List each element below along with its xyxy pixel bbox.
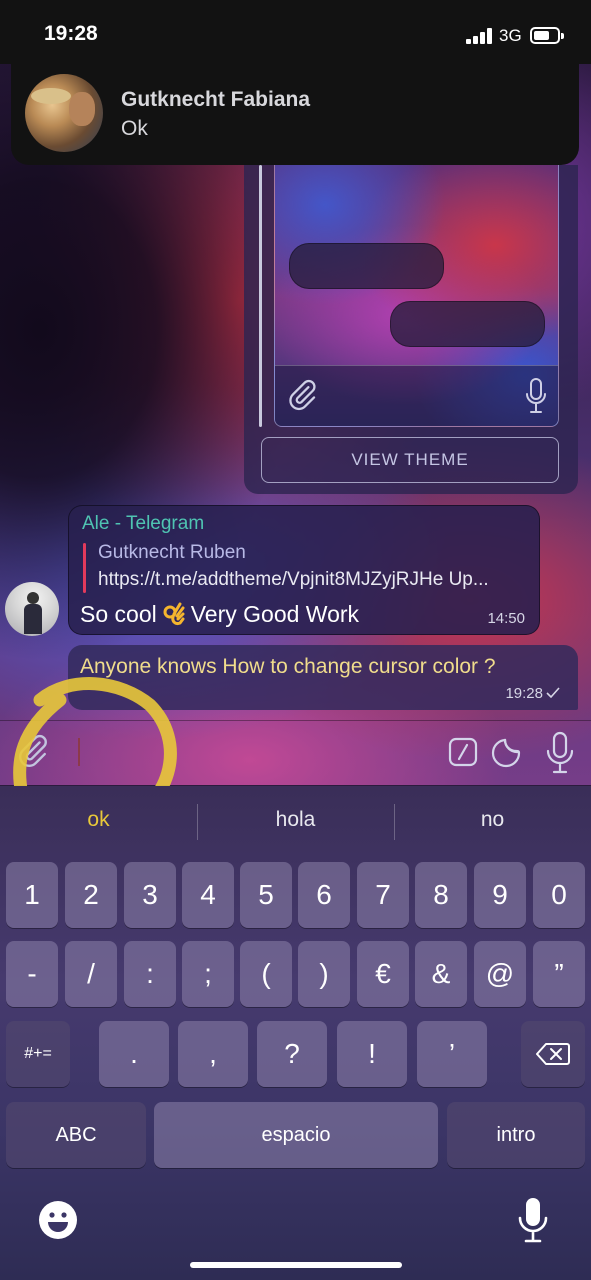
return-key[interactable]: intro bbox=[447, 1102, 585, 1168]
theme-message-bubble[interactable]: VIEW THEME bbox=[244, 165, 578, 494]
key-ampersand[interactable]: & bbox=[415, 941, 467, 1007]
reply-preview-text[interactable]: https://t.me/addtheme/Vpjnit8MJZyjRJHe U… bbox=[98, 569, 530, 591]
paperclip-icon bbox=[289, 379, 316, 411]
key-quote[interactable]: ” bbox=[533, 941, 585, 1007]
abc-key[interactable]: ABC bbox=[6, 1102, 146, 1168]
key-3[interactable]: 3 bbox=[124, 862, 176, 928]
key-question[interactable]: ? bbox=[257, 1021, 327, 1087]
paperclip-icon[interactable] bbox=[14, 733, 50, 773]
message-text-part: Very Good Work bbox=[190, 601, 360, 627]
microphone-icon bbox=[526, 378, 546, 413]
ok-hand-emoji bbox=[161, 600, 187, 626]
message-text: Anyone knows How to change cursor color … bbox=[80, 655, 496, 678]
key-euro[interactable]: € bbox=[357, 941, 409, 1007]
network-type: 3G bbox=[499, 26, 522, 45]
message-time: 14:50 bbox=[487, 610, 525, 627]
suggestion-1[interactable]: ok bbox=[0, 808, 197, 832]
forwarded-from-label[interactable]: Ale - Telegram bbox=[82, 513, 204, 535]
notification-message: Ok bbox=[121, 117, 148, 140]
avatar bbox=[25, 74, 103, 152]
key-hyphen[interactable]: - bbox=[6, 941, 58, 1007]
suggestion-bar: ok hola no bbox=[0, 786, 591, 858]
key-comma[interactable]: , bbox=[178, 1021, 248, 1087]
home-indicator[interactable] bbox=[190, 1262, 402, 1268]
preview-input-bar bbox=[275, 365, 558, 426]
key-at[interactable]: @ bbox=[474, 941, 526, 1007]
sender-avatar[interactable] bbox=[5, 582, 59, 636]
key-slash[interactable]: / bbox=[65, 941, 117, 1007]
key-open-paren[interactable]: ( bbox=[240, 941, 292, 1007]
microphone-icon[interactable] bbox=[546, 731, 574, 775]
notification-banner[interactable]: Gutknecht Fabiana Ok bbox=[11, 62, 579, 165]
text-cursor bbox=[78, 738, 80, 766]
key-4[interactable]: 4 bbox=[182, 862, 234, 928]
view-theme-button[interactable]: VIEW THEME bbox=[261, 437, 559, 483]
suggestion-3[interactable]: no bbox=[394, 808, 591, 832]
preview-outgoing-bubble bbox=[390, 301, 545, 347]
on-screen-keyboard: ok hola no 1 2 3 4 5 6 7 8 9 0 - / : ; (… bbox=[0, 786, 591, 1280]
key-9[interactable]: 9 bbox=[474, 862, 526, 928]
suggestion-2[interactable]: hola bbox=[197, 808, 394, 832]
cellular-signal-icon bbox=[466, 28, 492, 44]
key-exclamation[interactable]: ! bbox=[337, 1021, 407, 1087]
emoji-icon[interactable] bbox=[38, 1200, 78, 1240]
message-input[interactable] bbox=[68, 735, 438, 773]
key-close-paren[interactable]: ) bbox=[298, 941, 350, 1007]
key-6[interactable]: 6 bbox=[298, 862, 350, 928]
backspace-icon bbox=[536, 1043, 570, 1065]
preview-incoming-bubble bbox=[289, 243, 444, 289]
message-time: 19:28 bbox=[505, 685, 543, 702]
key-period[interactable]: . bbox=[99, 1021, 169, 1087]
battery-icon bbox=[530, 27, 564, 44]
message-input-bar bbox=[0, 720, 591, 786]
status-bar: 19:28 3G bbox=[0, 0, 591, 64]
notification-sender: Gutknecht Fabiana bbox=[121, 88, 311, 111]
single-check-icon bbox=[546, 687, 560, 698]
bot-command-icon[interactable] bbox=[448, 737, 478, 767]
key-2[interactable]: 2 bbox=[65, 862, 117, 928]
backspace-key[interactable] bbox=[521, 1021, 585, 1087]
key-7[interactable]: 7 bbox=[357, 862, 409, 928]
key-apostrophe[interactable]: ’ bbox=[417, 1021, 487, 1087]
reply-author[interactable]: Gutknecht Ruben bbox=[98, 542, 246, 564]
message-meta: 19:28 bbox=[505, 685, 560, 702]
reply-quote-bar bbox=[83, 543, 86, 593]
theme-preview-image[interactable] bbox=[274, 165, 559, 427]
key-5[interactable]: 5 bbox=[240, 862, 292, 928]
key-0[interactable]: 0 bbox=[533, 862, 585, 928]
key-8[interactable]: 8 bbox=[415, 862, 467, 928]
sticker-icon[interactable] bbox=[490, 737, 522, 769]
key-1[interactable]: 1 bbox=[6, 862, 58, 928]
message-text: So cool Very Good Work bbox=[80, 600, 359, 628]
message-text-part: So cool bbox=[80, 601, 157, 627]
outgoing-message-bubble[interactable]: Anyone knows How to change cursor color … bbox=[68, 645, 578, 710]
dictation-icon[interactable] bbox=[518, 1196, 548, 1244]
incoming-message-bubble[interactable]: Ale - Telegram Gutknecht Ruben https://t… bbox=[68, 505, 540, 635]
symbols-key[interactable]: #+= bbox=[6, 1021, 70, 1087]
status-time: 19:28 bbox=[44, 22, 98, 45]
key-colon[interactable]: : bbox=[124, 941, 176, 1007]
key-semicolon[interactable]: ; bbox=[182, 941, 234, 1007]
quote-bar bbox=[259, 165, 262, 427]
space-key[interactable]: espacio bbox=[154, 1102, 438, 1168]
